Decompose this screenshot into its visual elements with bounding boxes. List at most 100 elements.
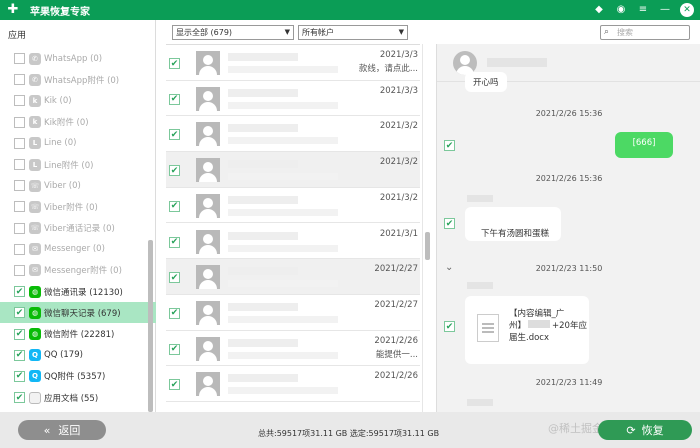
sidebar-item-checkbox[interactable]: ✔ xyxy=(14,392,25,404)
sidebar-item[interactable]: ✔ 应用文档 (55) xyxy=(0,387,156,408)
row-checkbox[interactable]: ✔ xyxy=(169,272,180,284)
minimize-icon[interactable]: — xyxy=(658,3,672,17)
list-item[interactable]: ✔ 2021/3/3 款线，请点此... xyxy=(166,45,420,81)
row-checkbox[interactable]: ✔ xyxy=(169,93,180,105)
list-item[interactable]: ✔ 2021/2/27 xyxy=(166,259,420,295)
row-checkbox[interactable]: ✔ xyxy=(169,58,180,69)
close-icon[interactable]: ✕ xyxy=(680,3,694,17)
chat-icon[interactable]: ◉ xyxy=(614,3,628,17)
list-item[interactable]: ✔ 2021/3/2 xyxy=(166,152,420,188)
sidebar-item[interactable]: ✔ Q QQ附件 (5357) xyxy=(0,366,156,387)
list-item[interactable]: ✔ 2021/3/3 xyxy=(166,80,420,117)
back-button[interactable]: « 返回 xyxy=(18,420,106,440)
sidebar-item-checkbox[interactable]: ✔ xyxy=(14,307,25,319)
chat-panel: 开心吗 2021/2/26 15:36 ✔ [666] 2021/2/26 15… xyxy=(436,44,700,412)
sidebar-item-checkbox[interactable] xyxy=(14,243,25,255)
sidebar-item-checkbox[interactable]: ✔ xyxy=(14,328,25,340)
message-checkbox[interactable]: ✔ xyxy=(444,321,455,332)
sidebar-item-label: Kik (0) xyxy=(44,95,72,106)
message-text: [666] xyxy=(632,138,656,148)
row-date: 2021/3/2 xyxy=(379,121,418,132)
row-checkbox[interactable]: ✔ xyxy=(169,165,180,177)
message-preview-redacted xyxy=(228,315,338,323)
sidebar-item[interactable]: ☏ Viber通话记录 (0) xyxy=(0,218,156,239)
contact-name-redacted xyxy=(228,124,298,133)
message-preview-redacted xyxy=(228,101,338,109)
contact-name-redacted xyxy=(228,302,298,311)
sidebar-item[interactable]: ✔ ◍ 微信聊天记录 (679) xyxy=(0,302,156,324)
whatsapp-icon: ✆ xyxy=(29,52,41,65)
sidebar-item-label: Kik附件 (0) xyxy=(44,118,89,129)
back-button-label: 返回 xyxy=(58,424,81,437)
row-checkbox[interactable]: ✔ xyxy=(169,379,180,391)
row-checkbox[interactable]: ✔ xyxy=(169,236,180,248)
account-select-value: 所有帐户 xyxy=(302,28,334,37)
sidebar-item[interactable]: ✆ WhatsApp (0) xyxy=(0,48,156,69)
sidebar-item-checkbox[interactable] xyxy=(14,159,25,171)
sidebar-item-checkbox[interactable] xyxy=(14,95,25,107)
sidebar-item[interactable]: k Kik (0) xyxy=(0,90,156,111)
list-item[interactable]: ✔ 2021/3/2 xyxy=(166,187,420,224)
row-checkbox[interactable]: ✔ xyxy=(169,343,180,355)
sidebar-item[interactable]: ✔ ◍ 微信附件 (22281) xyxy=(0,323,156,344)
sidebar-item[interactable]: ✉ Messenger (0) xyxy=(0,239,156,260)
contact-name-redacted xyxy=(228,195,298,204)
list-item[interactable]: ✔ 2021/3/2 xyxy=(166,116,420,153)
sidebar-item-checkbox[interactable] xyxy=(14,137,25,149)
sidebar-item[interactable]: ☏ Viber附件 (0) xyxy=(0,196,156,217)
contact-avatar xyxy=(196,158,220,183)
contact-name-redacted xyxy=(228,88,298,97)
diamond-icon[interactable]: ◆ xyxy=(592,3,606,17)
sidebar: 应用 ✆ WhatsApp (0) ✆ WhatsApp附件 (0) k Kik (0) k… xyxy=(0,20,156,412)
list-item[interactable]: ✔ 2021/2/27 xyxy=(166,294,420,331)
sidebar-item-checkbox[interactable]: ✔ xyxy=(14,349,25,361)
sidebar-item[interactable]: L Line (0) xyxy=(0,133,156,154)
sidebar-item-checkbox[interactable] xyxy=(14,222,25,234)
sidebar-item[interactable]: ✔ ◍ 微信通讯录 (12130) xyxy=(0,281,156,302)
qq-icon: Q xyxy=(29,370,41,383)
viber-icon: ☏ xyxy=(29,222,41,235)
row-date: 2021/2/27 xyxy=(374,299,418,310)
message-list-scrollbar[interactable] xyxy=(422,44,432,412)
sidebar-item[interactable]: k Kik附件 (0) xyxy=(0,112,156,133)
sidebar-item-checkbox[interactable] xyxy=(14,53,25,65)
message-checkbox[interactable]: ✔ xyxy=(444,218,455,229)
sidebar-item[interactable]: ✉ Messenger附件 (0) xyxy=(0,260,156,281)
row-snippet: 能提供一... xyxy=(375,349,418,360)
sidebar-item-checkbox[interactable] xyxy=(14,180,25,192)
filter-select[interactable]: 显示全部 (679) ▼ xyxy=(172,25,294,40)
sidebar-item-checkbox[interactable] xyxy=(14,74,25,86)
row-checkbox[interactable]: ✔ xyxy=(169,307,180,319)
sidebar-item[interactable]: ☏ Viber (0) xyxy=(0,175,156,196)
list-item[interactable]: ✔ 2021/2/26 能提供一... xyxy=(166,330,420,367)
sidebar-item-checkbox[interactable] xyxy=(14,201,25,213)
filter-select-value: 显示全部 (679) xyxy=(176,28,233,37)
message-preview-redacted xyxy=(228,173,338,181)
row-checkbox[interactable]: ✔ xyxy=(169,129,180,141)
search-input[interactable]: ⌕ 搜索 xyxy=(600,25,690,40)
restore-button[interactable]: ⟳ 恢复 xyxy=(598,420,692,440)
list-item[interactable]: ✔ 2021/3/1 xyxy=(166,223,420,260)
account-select[interactable]: 所有帐户 ▼ xyxy=(298,25,408,40)
row-checkbox[interactable]: ✔ xyxy=(169,200,180,212)
whatsapp-icon: ✆ xyxy=(29,73,41,86)
sidebar-item[interactable]: ✆ WhatsApp附件 (0) xyxy=(0,69,156,90)
sidebar-item-label: Viber (0) xyxy=(44,180,81,191)
menu-icon[interactable]: ≡ xyxy=(636,3,650,17)
file-message-bubble[interactable]: 【内容编辑_广 州】 +20年应 届生.docx xyxy=(465,296,589,364)
sidebar-scrollbar[interactable] xyxy=(148,240,153,412)
sidebar-item-label: 微信附件 (22281) xyxy=(44,330,115,341)
sidebar-item[interactable]: L Line附件 (0) xyxy=(0,154,156,175)
sidebar-item-checkbox[interactable] xyxy=(14,116,25,128)
message-checkbox[interactable]: ✔ xyxy=(444,140,455,151)
list-item[interactable]: ✔ 2021/2/26 xyxy=(166,366,420,402)
sidebar-item-checkbox[interactable]: ✔ xyxy=(14,370,25,382)
sidebar-item-checkbox[interactable]: ✔ xyxy=(14,286,25,298)
contact-name-redacted xyxy=(228,160,298,169)
contact-name-redacted xyxy=(228,231,298,240)
contact-avatar xyxy=(196,265,220,290)
wechat-icon: ◍ xyxy=(29,306,41,319)
sidebar-item[interactable]: ✔ Q QQ (179) xyxy=(0,345,156,366)
scrollbar-thumb[interactable] xyxy=(425,232,430,260)
sidebar-item-checkbox[interactable] xyxy=(14,264,25,276)
